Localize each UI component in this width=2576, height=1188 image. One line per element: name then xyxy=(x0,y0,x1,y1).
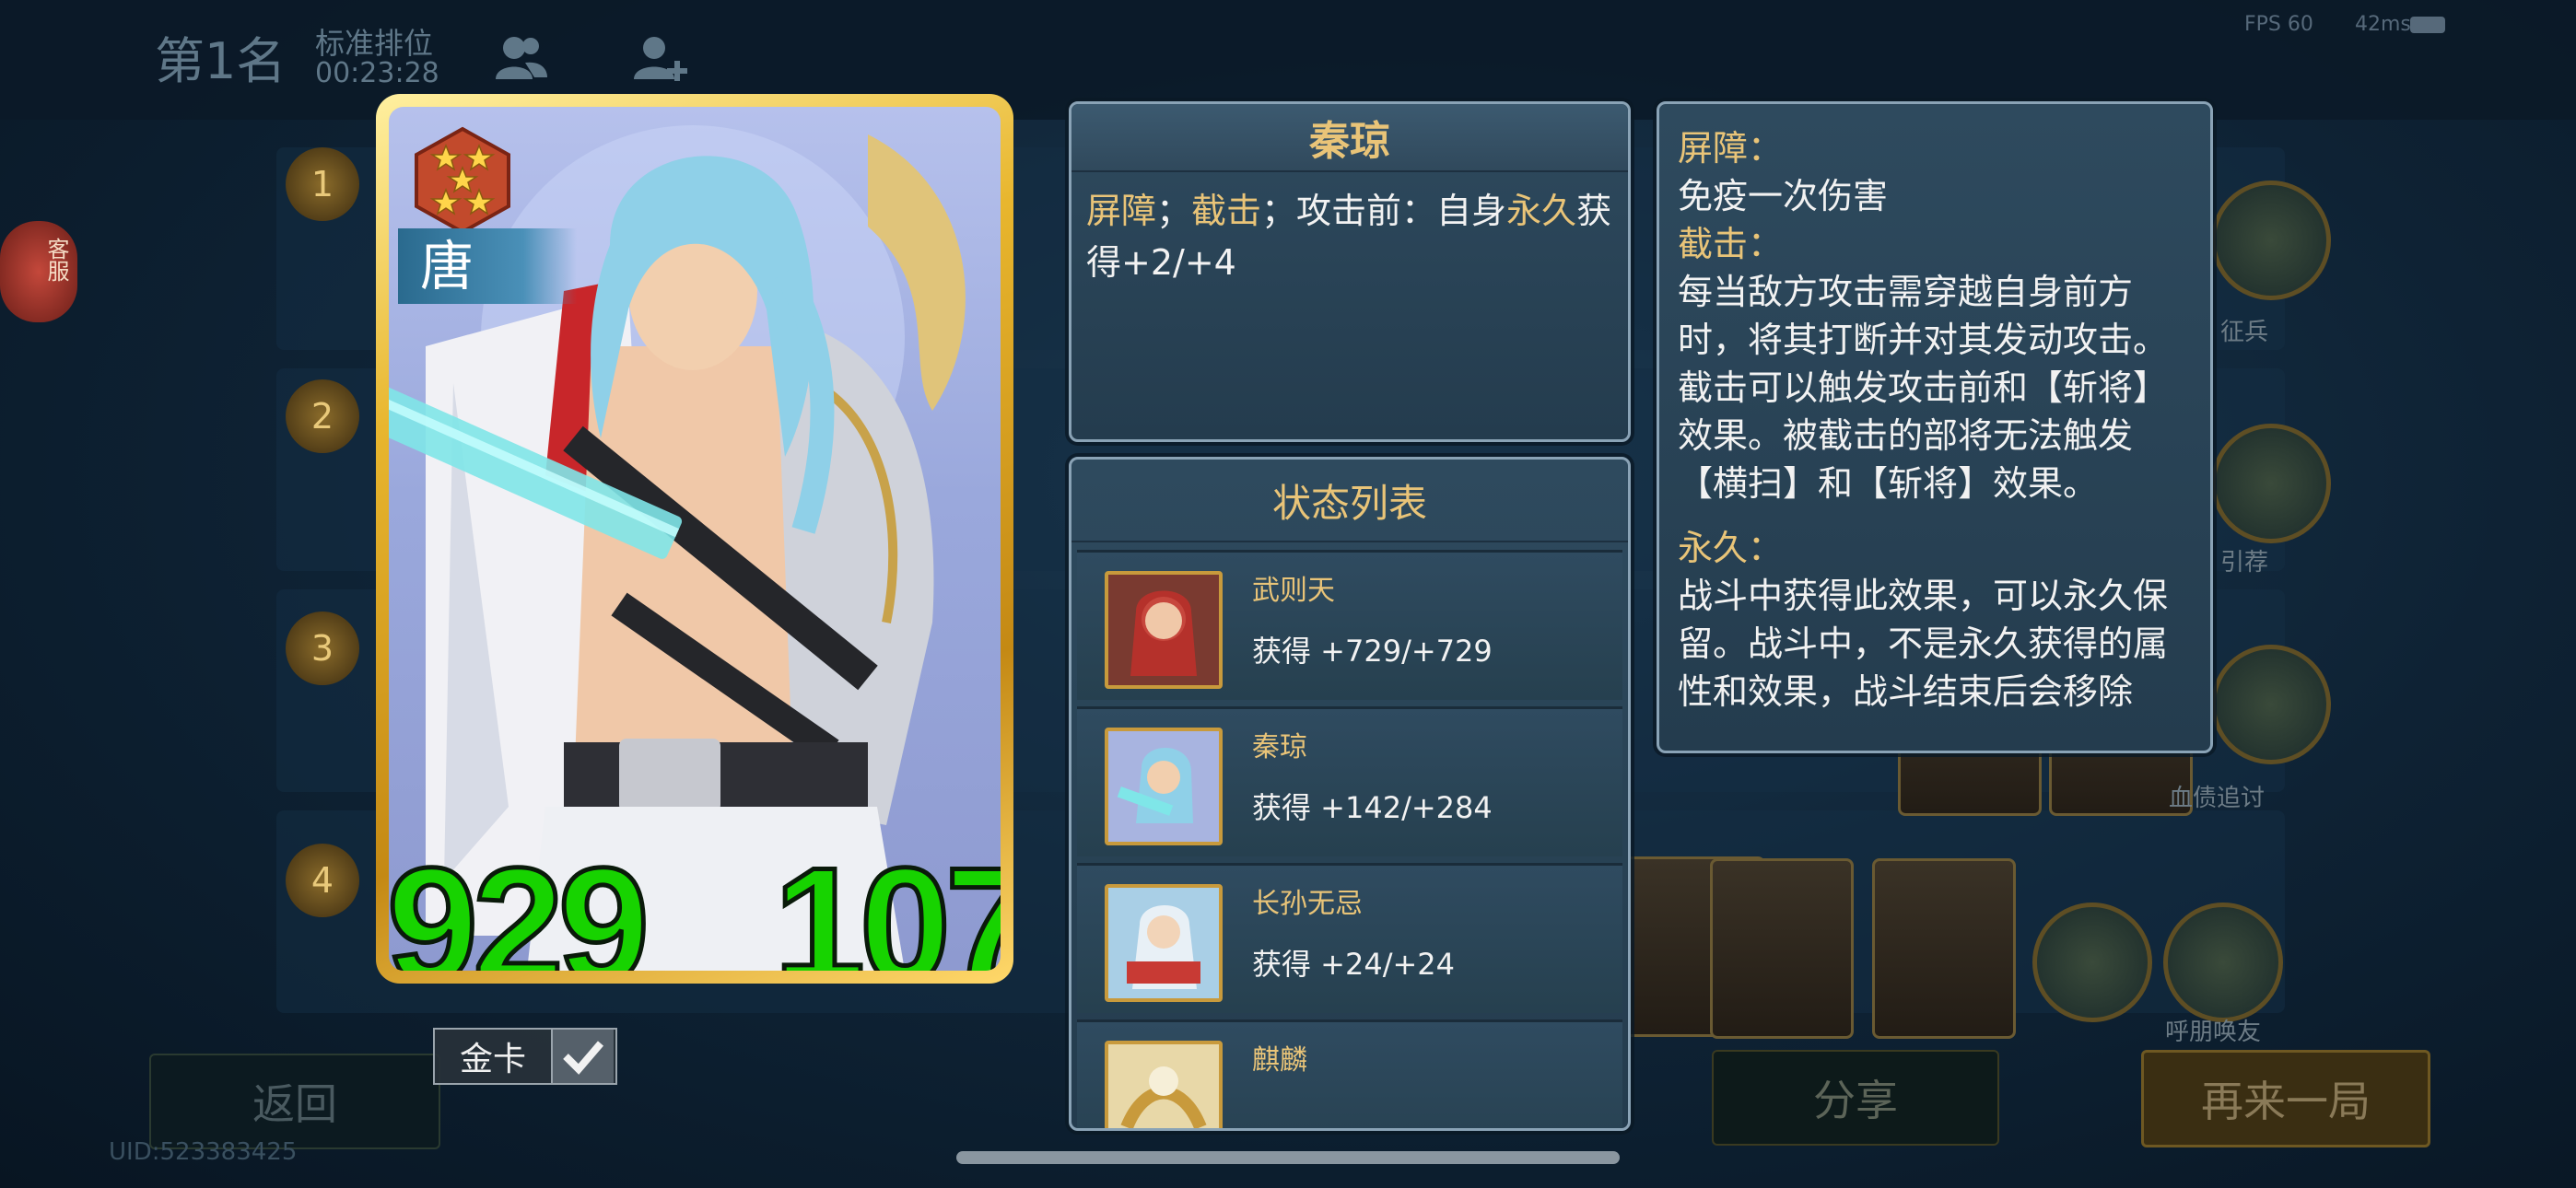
status-item[interactable]: 秦琼 获得 +142/+284 xyxy=(1077,706,1622,856)
skill-label: 呼朋唤友 xyxy=(2165,1019,2262,1046)
faction-tag: 唐 xyxy=(398,228,577,304)
status-source-name: 武则天 xyxy=(1252,575,1335,607)
keyword-description: 战斗中获得此效果，可以永久保留。战斗中，不是永久获得的属性和效果，战斗结束后会移… xyxy=(1678,576,2169,712)
board-card xyxy=(1872,858,2016,1039)
customer-service-button[interactable]: 客服 xyxy=(0,221,77,322)
share-button[interactable]: 分享 xyxy=(1712,1050,1999,1146)
status-item[interactable]: 麒麟 xyxy=(1077,1019,1622,1128)
keyword-title: 截击： xyxy=(1678,224,1784,264)
status-list-title: 状态列表 xyxy=(1271,480,1427,526)
round-medal: 2 xyxy=(286,379,359,453)
status-gain-value: 获得 +24/+24 xyxy=(1252,947,1456,982)
battery-icon xyxy=(2410,17,2445,33)
hero-name: 秦琼 xyxy=(1309,118,1390,165)
status-source-name: 秦琼 xyxy=(1252,731,1307,763)
uid-label: UID:523383425 xyxy=(109,1138,298,1166)
back-button[interactable]: 返回 xyxy=(149,1054,440,1149)
skill-icon[interactable] xyxy=(2032,903,2152,1022)
card-type-toggle[interactable]: 金卡 xyxy=(433,1028,617,1085)
hero-info-header: 秦琼 xyxy=(1071,104,1628,172)
keyword-barrier[interactable]: 屏障 xyxy=(1086,191,1156,231)
round-medal: 4 xyxy=(286,844,359,917)
keyword-description: 每当敌方攻击需穿越自身前方时，将其打断并对其发动攻击。截击可以触发攻击前和【斩将… xyxy=(1678,272,2169,504)
round-medal: 3 xyxy=(286,611,359,685)
status-item[interactable]: 武则天 获得 +729/+729 xyxy=(1077,550,1622,700)
keyword-title: 屏障： xyxy=(1678,128,1784,169)
play-again-button[interactable]: 再来一局 xyxy=(2141,1050,2430,1147)
skill-label: 引荐 xyxy=(2220,549,2269,577)
skill-label: 征兵 xyxy=(2220,319,2269,346)
keyword-explanation-panel: 屏障： 免疫一次伤害 截击： 每当敌方攻击需穿越自身前方时，将其打断并对其发动攻… xyxy=(1657,101,2213,753)
add-friend-icon[interactable] xyxy=(628,26,693,90)
hero-card: 唐 929 1075 xyxy=(376,94,1013,984)
hero-thumbnail xyxy=(1105,571,1223,689)
check-icon[interactable] xyxy=(551,1030,614,1083)
hero-info-panel: 秦琼 屏障；截击；攻击前：自身永久获得+2/+4 xyxy=(1069,101,1631,442)
board-card xyxy=(1710,858,1854,1039)
match-timer: 00:23:28 xyxy=(315,57,439,89)
customer-service-label: 客服 xyxy=(43,238,69,282)
health-value: 1075 xyxy=(772,833,1001,971)
skill-icon[interactable] xyxy=(2211,645,2331,764)
card-type-label: 金卡 xyxy=(459,1041,526,1078)
status-list-panel[interactable]: 状态列表 武则天 获得 +729/+729 秦琼 获得 +142/+284 长孙… xyxy=(1069,457,1631,1131)
keyword-intercept[interactable]: 截击 xyxy=(1191,191,1261,231)
status-gain-value: 获得 +729/+729 xyxy=(1252,634,1493,669)
hero-thumbnail xyxy=(1105,728,1223,845)
skill-icon[interactable] xyxy=(2163,903,2283,1022)
attack-value: 929 xyxy=(389,833,652,971)
star-rank-badge xyxy=(415,126,510,235)
friends-icon[interactable] xyxy=(488,26,553,90)
skill-icon[interactable] xyxy=(2211,181,2331,300)
status-list-header: 状态列表 xyxy=(1071,460,1628,542)
rank-title: 第1名 xyxy=(155,32,287,90)
hero-thumbnail xyxy=(1105,1041,1223,1128)
keyword-description: 免疫一次伤害 xyxy=(1678,176,1889,216)
home-indicator[interactable] xyxy=(956,1151,1620,1164)
keyword-permanent[interactable]: 永久 xyxy=(1506,191,1576,231)
skill-icon[interactable] xyxy=(2211,424,2331,543)
hero-skill-text: 屏障；截击；攻击前：自身永久获得+2/+4 xyxy=(1086,191,1612,283)
status-source-name: 长孙无忌 xyxy=(1252,888,1363,920)
keyword-title: 永久： xyxy=(1678,528,1784,568)
status-item[interactable]: 长孙无忌 获得 +24/+24 xyxy=(1077,863,1622,1013)
status-gain-value: 获得 +142/+284 xyxy=(1252,790,1493,825)
ping-indicator: 42ms xyxy=(2355,13,2411,36)
fps-counter: FPS 60 xyxy=(2244,13,2313,36)
hero-thumbnail xyxy=(1105,884,1223,1002)
status-source-name: 麒麟 xyxy=(1252,1044,1307,1077)
round-medal: 1 xyxy=(286,147,359,221)
skill-label: 血债追讨 xyxy=(2169,785,2266,812)
